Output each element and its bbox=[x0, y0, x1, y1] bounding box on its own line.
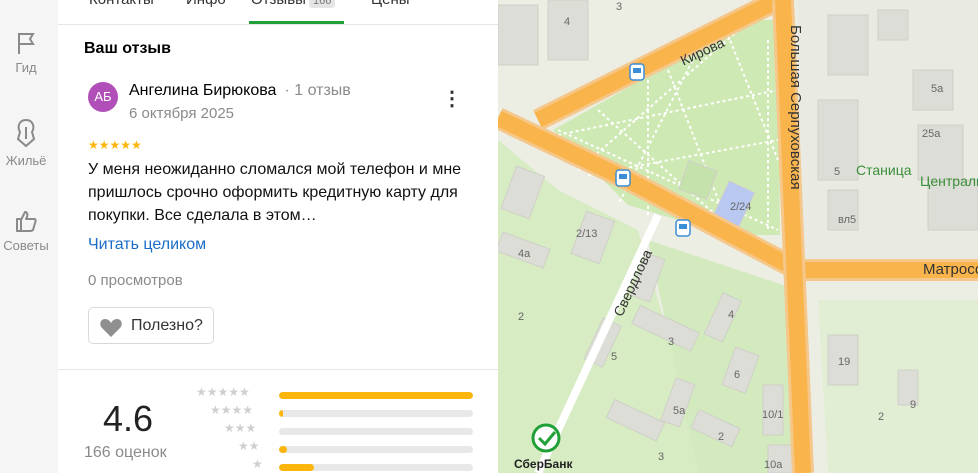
rail-item-housing[interactable]: Жильё bbox=[0, 117, 52, 168]
place-label-sberbank: СберБанк bbox=[514, 457, 573, 471]
left-rail: Гид Жильё Советы bbox=[0, 0, 59, 473]
review-date: 6 октября 2025 bbox=[129, 105, 234, 122]
place-panel: Контакты Инфо Отзывы166 Цены Ваш отзыв А… bbox=[58, 0, 498, 473]
house-number-label: 2 bbox=[878, 411, 884, 423]
flag-icon bbox=[18, 33, 35, 54]
house-number-label: 3 bbox=[616, 1, 622, 13]
house-number-label: 9 bbox=[910, 399, 916, 411]
place-label-stanitsa: Станица bbox=[856, 162, 912, 178]
house-number-label: 4а bbox=[518, 248, 531, 260]
tab-reviews[interactable]: Отзывы166 bbox=[251, 0, 336, 8]
house-number-label: 2/24 bbox=[730, 201, 751, 213]
house-number-label: 10а bbox=[764, 459, 783, 471]
histogram-bar-track bbox=[279, 428, 473, 435]
rating-value: 4.6 bbox=[103, 398, 154, 439]
histogram-bar-track bbox=[279, 446, 473, 453]
house-number-label: 5а bbox=[673, 405, 686, 417]
rail-item-tips[interactable]: Советы bbox=[0, 208, 52, 253]
divider bbox=[58, 369, 498, 370]
histogram-stars: ★ bbox=[252, 457, 263, 471]
review-text: У меня неожиданно сломался мой телефон и… bbox=[88, 161, 462, 224]
map-canvas[interactable]: Кирова Большая Серпуховская Свердлова Ма… bbox=[498, 0, 978, 473]
rail-item-label: Гид bbox=[15, 60, 37, 75]
house-number-label: 4 bbox=[564, 16, 570, 28]
histogram-bar-track bbox=[279, 410, 473, 417]
histogram-row: ★★ bbox=[196, 439, 476, 453]
heart-icon bbox=[100, 319, 122, 337]
histogram-stars: ★★★★★ bbox=[196, 385, 250, 399]
rating-count: 166 оценок bbox=[84, 444, 167, 461]
house-number-label: 5 bbox=[611, 351, 617, 363]
thumb-up-icon bbox=[16, 211, 37, 232]
histogram-bar-fill bbox=[279, 410, 283, 417]
rail-item-label: Жильё bbox=[5, 153, 47, 168]
house-number-label: вл5 bbox=[838, 214, 856, 226]
histogram-bar-fill bbox=[279, 392, 473, 399]
avatar[interactable]: АБ bbox=[88, 82, 118, 112]
author-name[interactable]: Ангелина Бирюкова bbox=[129, 82, 276, 99]
your-review-heading: Ваш отзыв bbox=[84, 40, 171, 57]
helpful-label: Полезно? bbox=[131, 317, 203, 334]
active-tab-indicator bbox=[249, 21, 344, 24]
histogram-stars: ★★ bbox=[238, 439, 260, 453]
tab-bar: Контакты Инфо Отзывы166 Цены bbox=[58, 0, 498, 25]
house-number-label: 5 bbox=[834, 166, 840, 178]
histogram-bar-track bbox=[279, 392, 473, 399]
more-options-icon[interactable]: ⋮ bbox=[442, 86, 463, 111]
histogram-bar-track bbox=[279, 464, 473, 471]
tab-contacts[interactable]: Контакты bbox=[89, 0, 154, 8]
house-number-label: 6 bbox=[734, 369, 740, 381]
rail-item-label: Советы bbox=[3, 238, 49, 253]
house-number-label: 5а bbox=[931, 83, 944, 95]
map[interactable]: Кирова Большая Серпуховская Свердлова Ма… bbox=[498, 0, 978, 473]
house-number-label: 3 bbox=[668, 336, 674, 348]
review-count-badge: 166 bbox=[308, 0, 336, 8]
helpful-button[interactable]: Полезно? bbox=[88, 307, 214, 344]
house-number-label: 2 bbox=[718, 431, 724, 443]
house-number-label: 19 bbox=[838, 356, 850, 368]
sberbank-logo-icon bbox=[531, 423, 561, 453]
house-number-label: 3 bbox=[658, 451, 664, 463]
house-number-label: 2/13 bbox=[576, 228, 597, 240]
read-more-link[interactable]: Читать целиком bbox=[88, 236, 206, 254]
tab-reviews-label: Отзывы bbox=[251, 0, 306, 8]
histogram-row: ★★★★ bbox=[196, 403, 476, 417]
views-count: 0 просмотров bbox=[88, 272, 183, 289]
author-review-count: · 1 отзыв bbox=[284, 82, 351, 99]
histogram-row: ★★★ bbox=[196, 421, 476, 435]
house-number-label: 2 bbox=[518, 311, 524, 323]
place-label-centralny: Центральн bbox=[920, 173, 978, 189]
tab-info[interactable]: Инфо bbox=[186, 0, 226, 8]
rail-item-guide[interactable]: Гид bbox=[0, 30, 52, 75]
street-label-bolshaya-serpukhovskaya: Большая Серпуховская bbox=[787, 25, 804, 190]
street-label-matrosova: Матросо bbox=[923, 261, 978, 278]
house-number-label: 4 bbox=[728, 309, 734, 321]
histogram-row: ★★★★★ bbox=[196, 385, 476, 399]
review-stars: ★★★★★ bbox=[88, 138, 142, 152]
house-icon bbox=[16, 118, 36, 148]
histogram-bar-fill bbox=[279, 446, 287, 453]
review-author: Ангелина Бирюкова · 1 отзыв bbox=[129, 82, 351, 100]
histogram-stars: ★★★ bbox=[224, 421, 257, 435]
house-number-label: 25а bbox=[922, 128, 941, 140]
house-number-label: 10/1 bbox=[762, 409, 783, 421]
histogram-row: ★ bbox=[196, 457, 476, 471]
histogram-stars: ★★★★ bbox=[210, 403, 254, 417]
tab-prices[interactable]: Цены bbox=[371, 0, 410, 8]
histogram-bar-fill bbox=[279, 464, 314, 471]
